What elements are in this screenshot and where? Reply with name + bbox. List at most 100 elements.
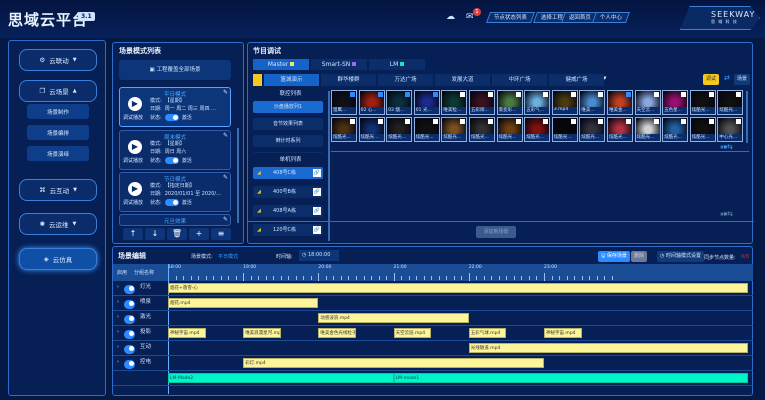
select-checkbox[interactable] xyxy=(681,92,687,97)
media-thumbnail[interactable]: 炫酷光... xyxy=(469,117,495,142)
link-icon[interactable]: 🔗 xyxy=(313,169,321,177)
link-icon[interactable]: 🔗 xyxy=(313,207,321,215)
select-checkbox[interactable] xyxy=(515,92,521,97)
apply-all-button[interactable]: ▣ 工程覆盖全部场景 xyxy=(119,60,231,80)
delete-button[interactable]: 删除 xyxy=(631,251,648,262)
sidebar-item-1[interactable]: ❐ 云场景 ▲ xyxy=(19,80,97,102)
scene-card[interactable]: 元旦效果 ✎ xyxy=(119,214,231,226)
timeline-settings-button[interactable]: ◷ 时间轴模式设置 xyxy=(657,251,704,262)
add-icon[interactable]: + xyxy=(189,228,209,240)
media-thumbnail[interactable]: 唯美金... xyxy=(607,90,633,115)
sidebar-item-4[interactable]: ◈ 云仿真 xyxy=(19,248,97,270)
linked-list-item[interactable]: 音节效果列表 xyxy=(253,118,323,130)
media-thumbnail[interactable]: 炫酷光... xyxy=(496,117,523,142)
media-thumbnail[interactable]: 03 烟... xyxy=(386,90,413,115)
single-list-item[interactable]: ◢ 120号C栋 🔗 xyxy=(253,224,323,236)
timeline-clip[interactable]: 彩灯.mp4 xyxy=(243,358,544,368)
subtab[interactable]: 发展大道 xyxy=(435,74,490,86)
scrollbar[interactable] xyxy=(237,128,239,223)
add-to-scene-button[interactable]: 添加到场景 xyxy=(476,226,516,238)
media-thumbnail[interactable]: 02 心... xyxy=(358,90,385,115)
select-checkbox[interactable] xyxy=(736,92,742,97)
timeline-time-input[interactable]: ◷ 18:00:00 xyxy=(299,250,339,261)
media-thumbnail[interactable]: 炫酷光... xyxy=(386,117,413,142)
select-checkbox[interactable] xyxy=(681,119,687,124)
subtab[interactable]: 万达广场 xyxy=(378,74,433,86)
debug-button[interactable]: 调试 xyxy=(703,74,720,85)
select-checkbox[interactable] xyxy=(543,119,549,124)
track-enable-toggle[interactable] xyxy=(124,300,135,309)
media-thumbnail[interactable]: 五彩缤... xyxy=(469,90,495,115)
expand-chevron-icon[interactable]: › xyxy=(117,314,119,320)
tab-LM[interactable]: LM xyxy=(369,59,425,70)
scene-card[interactable]: 节日模式 ✎ ▶ 调试播放 模式: 【指定日期】 日期: 2020/01/01 至 2020/… xyxy=(119,172,231,212)
timeline-clip[interactable]: LM-Mode2 xyxy=(168,373,394,383)
select-checkbox[interactable] xyxy=(350,119,355,124)
select-checkbox[interactable] xyxy=(460,119,466,124)
timeline-clip[interactable]: 烟花.mp4 xyxy=(168,298,319,308)
playback-controls[interactable]: ⏸⏹⇆ xyxy=(720,143,733,152)
media-thumbnail[interactable]: 炫酷光... xyxy=(441,117,468,142)
tab-Smart-SN[interactable]: Smart-SN xyxy=(311,59,367,70)
select-checkbox[interactable] xyxy=(570,92,576,97)
select-checkbox[interactable] xyxy=(708,92,714,97)
playback-controls-2[interactable]: ⏸⏹⇆ xyxy=(720,210,733,219)
media-thumbnail[interactable]: 五彩气... xyxy=(524,90,551,115)
scene-card[interactable]: 平日模式 ✎ ▶ 调试播放 模式: 【星期】 日期: 周一 周二 周三 周四 ... 状态: 激活 xyxy=(119,87,231,127)
select-checkbox[interactable] xyxy=(736,119,742,124)
track-enable-toggle[interactable] xyxy=(124,360,135,369)
subtab[interactable]: 中环广场 xyxy=(492,74,547,86)
timeline-clip[interactable]: 神秘宇宙.mp4 xyxy=(544,328,582,338)
media-thumbnail[interactable]: 01 光... xyxy=(413,90,440,115)
select-checkbox[interactable] xyxy=(488,92,493,97)
edit-icon[interactable]: ✎ xyxy=(223,89,228,96)
timeline-clip[interactable]: LM-mode1 xyxy=(393,373,748,383)
media-thumbnail[interactable]: 炫酷光... xyxy=(551,117,578,142)
scene-card[interactable]: 周末模式 ✎ ▶ 调试播放 模式: 【星期】 日期: 周日 周六 状态: 激活 xyxy=(119,130,231,170)
subtab[interactable]: 群华楼群 xyxy=(321,74,376,86)
select-checkbox[interactable] xyxy=(626,92,631,97)
sidebar-subitem-1[interactable]: 场景编排 xyxy=(27,125,89,140)
state-toggle[interactable] xyxy=(164,157,179,164)
timeline-clip[interactable]: 五彩气球.mp4 xyxy=(468,328,507,338)
delete-icon[interactable]: 🗑 xyxy=(167,228,187,240)
edit-icon[interactable]: ✎ xyxy=(223,132,228,139)
expand-chevron-icon[interactable]: › xyxy=(117,359,119,365)
select-checkbox[interactable] xyxy=(570,119,576,124)
select-checkbox[interactable] xyxy=(598,92,604,97)
save-scene-button[interactable]: 🖫 保存场景 xyxy=(598,251,630,262)
expand-chevron-icon[interactable]: › xyxy=(117,329,119,335)
media-thumbnail[interactable]: 炫酷光... xyxy=(662,117,689,142)
scene-button[interactable]: 场景 xyxy=(734,74,751,85)
menu-icon[interactable]: ≡ xyxy=(211,228,231,240)
thumb-scrollbar[interactable] xyxy=(746,91,748,143)
media-thumbnail[interactable]: 唯美粒... xyxy=(441,90,468,115)
select-checkbox[interactable] xyxy=(515,119,521,124)
timeline-clip[interactable]: 唯美金色光线粒子... xyxy=(318,328,356,338)
select-checkbox[interactable] xyxy=(432,119,438,124)
play-icon[interactable]: ▶ xyxy=(128,140,142,154)
list-scrollbar[interactable] xyxy=(328,91,330,241)
media-thumbnail[interactable]: 炫酷光... xyxy=(358,117,385,142)
tab-Master[interactable]: Master xyxy=(253,59,309,70)
switch-icon[interactable]: ⇄ xyxy=(724,74,730,82)
timeline-clip[interactable]: 光线隧道.mp4 xyxy=(468,343,748,353)
media-thumbnail[interactable]: 炫酷光... xyxy=(689,90,716,115)
select-checkbox[interactable] xyxy=(488,119,493,124)
media-thumbnail[interactable]: 中心光... xyxy=(717,117,744,142)
state-toggle[interactable] xyxy=(164,199,179,206)
select-checkbox[interactable] xyxy=(432,92,438,97)
media-thumbnail[interactable]: 炫酷光... xyxy=(717,90,744,115)
expand-chevron-icon[interactable]: › xyxy=(117,299,119,305)
cloud-icon[interactable]: ☁ xyxy=(446,12,455,22)
sidebar-subitem-2[interactable]: 场景演绎 xyxy=(27,146,89,161)
play-icon[interactable]: ▶ xyxy=(128,182,142,196)
timeline-clip[interactable]: 烟花+落雪-心 xyxy=(168,283,748,293)
move-up-icon[interactable]: ↑ xyxy=(123,228,143,240)
media-thumbnail[interactable]: 炫酷光... xyxy=(413,117,440,142)
select-checkbox[interactable] xyxy=(653,119,659,124)
select-checkbox[interactable] xyxy=(708,119,714,124)
node-status-button[interactable]: 节点状态列表 xyxy=(485,12,536,23)
select-checkbox[interactable] xyxy=(377,119,383,124)
select-checkbox[interactable] xyxy=(598,119,604,124)
